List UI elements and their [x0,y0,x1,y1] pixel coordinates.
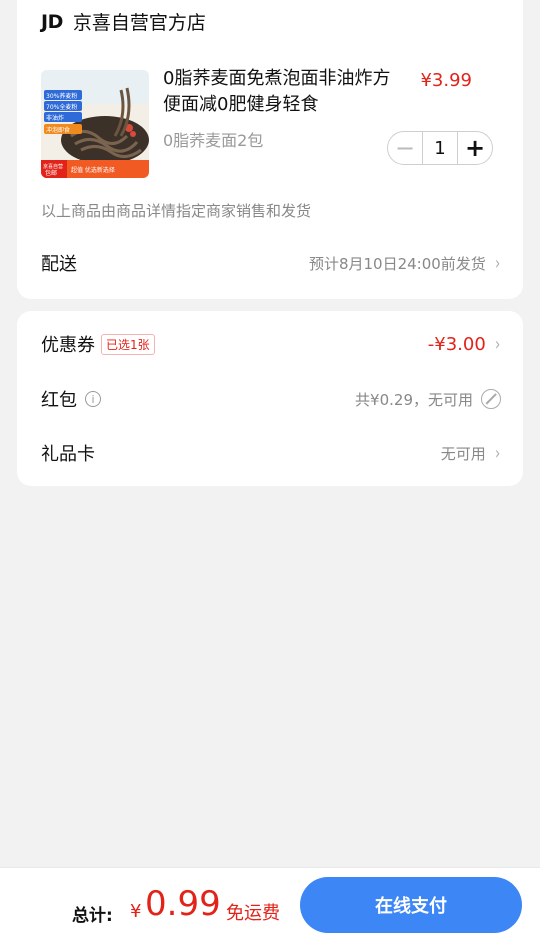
total-currency: ¥ [130,901,142,922]
pay-online-button[interactable]: 在线支付 [300,877,522,933]
product-title[interactable]: 0脂荞麦面免煮泡面非油炸方便面减0肥健身轻食 [163,66,395,118]
thumb-text-5: 京喜自营 [43,163,63,170]
noodle-image-icon: 30%荞麦粉 70%全麦粉 非油炸 冲泡即食 京喜自营 包邮 超值 优选新选择 [41,70,149,178]
giftcard-value: 无可用 [440,444,486,463]
store-header[interactable]: JD 京喜自营官方店 [41,8,206,35]
ban-icon [481,389,501,409]
thumb-text-2: 70%全麦粉 [46,103,77,111]
quantity-stepper[interactable]: − 1 + [387,131,493,165]
checkout-bar: 总计: ¥ 0.99 免运费 在线支付 [0,867,540,940]
chevron-right-icon: › [494,442,500,464]
decrease-quantity-button[interactable]: − [388,132,422,164]
product-card: JD 京喜自营官方店 30%荞麦粉 70%全麦粉 非油炸 冲泡即食 京喜自营 包… [17,0,523,299]
coupon-selected-badge: 已选1张 [101,333,155,355]
redpacket-row[interactable]: 红包 i 共¥0.29，无可用 [41,384,501,414]
jd-logo: JD [41,10,63,33]
thumb-text-7: 超值 优选新选择 [71,166,115,174]
thumb-text-4: 冲泡即食 [46,126,70,134]
redpacket-value: 共¥0.29，无可用 [355,390,473,409]
store-name: 京喜自营官方店 [72,12,206,34]
free-shipping-label: 免运费 [226,903,280,924]
quantity-value[interactable]: 1 [422,132,458,164]
chevron-right-icon: › [494,252,500,274]
chevron-right-icon: › [494,333,500,355]
redpacket-label: 红包 [41,390,77,411]
increase-quantity-button[interactable]: + [458,132,492,164]
seller-note: 以上商品由商品详情指定商家销售和发货 [41,202,312,220]
total-label: 总计: [72,906,113,926]
product-spec: 0脂荞麦面2包 [163,131,264,150]
total-amount: 0.99 [145,884,221,924]
coupon-discount-value: -¥3.00 [427,333,486,355]
delivery-row[interactable]: 配送 预计8月10日24:00前发货 › [41,248,501,278]
info-icon[interactable]: i [85,391,101,407]
delivery-label: 配送 [41,254,77,275]
giftcard-row[interactable]: 礼品卡 无可用 › [41,438,501,468]
coupon-row[interactable]: 优惠券 已选1张 -¥3.00 › [41,329,501,359]
product-price: ¥3.99 [420,70,472,91]
thumb-text-6: 包邮 [45,169,57,177]
discount-card: 优惠券 已选1张 -¥3.00 › 红包 i 共¥0.29，无可用 礼品卡 无可… [17,311,523,486]
thumb-text-1: 30%荞麦粉 [46,92,77,100]
thumb-text-3: 非油炸 [46,114,64,122]
delivery-estimate: 预计8月10日24:00前发货 [308,254,486,273]
giftcard-label: 礼品卡 [41,444,95,465]
product-thumbnail[interactable]: 30%荞麦粉 70%全麦粉 非油炸 冲泡即食 京喜自营 包邮 超值 优选新选择 [41,70,149,178]
coupon-label: 优惠券 [41,335,95,356]
